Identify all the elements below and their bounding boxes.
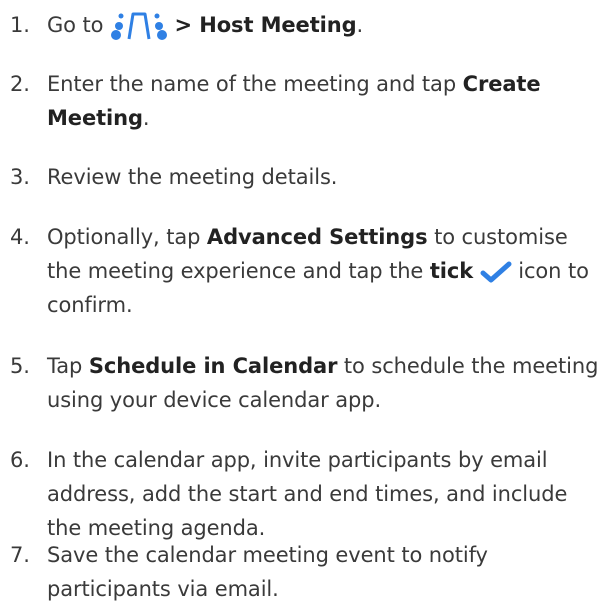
step-text: Optionally, tap Advanced Settings to cus… <box>47 225 589 317</box>
step-number: 1. <box>10 13 30 37</box>
advanced-settings-label: Advanced Settings <box>206 225 428 249</box>
step-number: 2. <box>10 72 30 96</box>
menu-path: > Host Meeting <box>174 13 357 37</box>
meeting-app-icon <box>110 11 168 41</box>
step-text: Enter the name of the meeting and tap Cr… <box>47 72 541 130</box>
step-number: 4. <box>10 225 30 249</box>
checkmark-icon <box>480 261 512 283</box>
step-text: Review the meeting details. <box>47 165 338 189</box>
step-text: Save the calendar meeting event to notif… <box>47 543 488 601</box>
step-text: Go to > Host Meeting. <box>47 8 603 42</box>
step-number: 5. <box>10 354 30 378</box>
step-number: 7. <box>10 543 30 567</box>
step-number: 6. <box>10 448 30 472</box>
schedule-in-calendar-label: Schedule in Calendar <box>88 354 338 378</box>
step-text: Tap Schedule in Calendar to schedule the… <box>47 354 599 412</box>
tick-label: tick <box>429 259 474 283</box>
step-text: In the calendar app, invite participants… <box>47 448 568 540</box>
step-number: 3. <box>10 165 30 189</box>
